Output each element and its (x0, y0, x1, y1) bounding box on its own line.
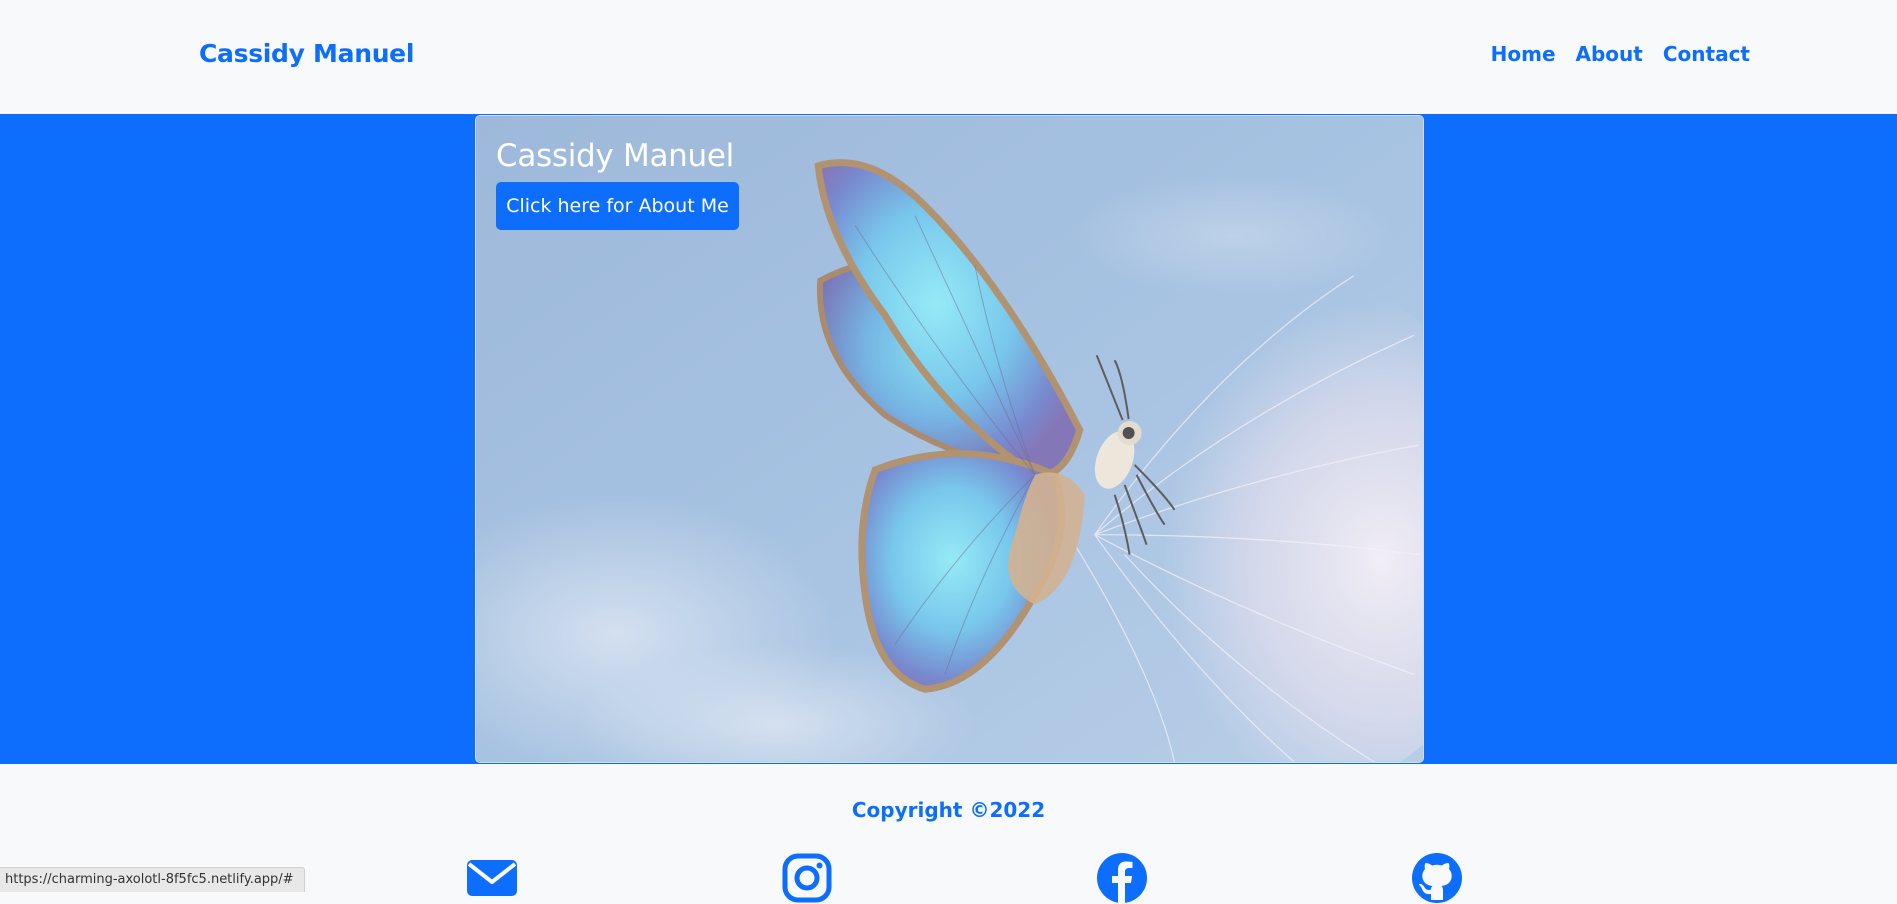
copyright-text: Copyright ©2022 (851, 798, 1046, 822)
github-icon[interactable] (1411, 852, 1463, 904)
card-title: Cassidy Manuel (496, 138, 734, 174)
brand-link[interactable]: Cassidy Manuel (199, 39, 414, 68)
instagram-icon[interactable] (781, 852, 833, 904)
navbar: Cassidy Manuel Home About Contact (0, 0, 1897, 114)
hero-card: Cassidy Manuel Click here for About Me (475, 115, 1424, 763)
about-me-button[interactable]: Click here for About Me (496, 182, 739, 230)
hero-section: Cassidy Manuel Click here for About Me (0, 114, 1897, 764)
nav-links: Home About Contact (1491, 42, 1750, 66)
facebook-icon[interactable] (1096, 852, 1148, 904)
nav-link-home[interactable]: Home (1491, 42, 1556, 66)
envelope-icon[interactable] (466, 852, 518, 904)
nav-link-contact[interactable]: Contact (1663, 42, 1750, 66)
status-bar-url: https://charming-axolotl-8f5fc5.netlify.… (0, 867, 305, 892)
nav-link-about[interactable]: About (1576, 42, 1643, 66)
